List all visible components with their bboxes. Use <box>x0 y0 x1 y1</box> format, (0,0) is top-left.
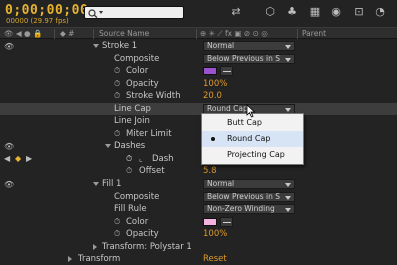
menu-item-round-cap[interactable]: Round Cap <box>202 131 303 147</box>
twirl-down-icon[interactable] <box>93 182 99 186</box>
stopwatch-icon[interactable]: ⏱ <box>114 217 120 227</box>
stopwatch-icon[interactable]: ⏱ <box>114 229 120 239</box>
fps-readout: 00000 (29.97 fps) <box>6 17 69 25</box>
color-label: Color <box>126 66 149 76</box>
stopwatch-icon[interactable]: ⏱ <box>114 79 120 89</box>
search-dropdown-icon <box>99 11 103 14</box>
transform-polystar-label: Transform: Polystar 1 <box>102 241 192 252</box>
dashes-label: Dashes <box>114 141 146 151</box>
draft-3d-icon[interactable]: ⬡ <box>262 4 278 18</box>
column-divider <box>196 29 197 39</box>
column-header-bar: 👁 ◀ ● 🔒 ◆ # Source Name ⊕ ✳ ⟋ fx ▣ ⊘ ⊙ ◎… <box>0 27 397 39</box>
stroke-opacity-row: ⏱ Opacity 100% <box>0 78 397 91</box>
stopwatch-icon[interactable]: ⏱ <box>114 129 120 139</box>
keyframe-next-icon[interactable]: ▶ <box>26 154 32 163</box>
transform-reset-link[interactable]: Reset <box>203 254 227 264</box>
stroke-composite-row: Composite Below Previous in S <box>0 53 397 66</box>
parent-header[interactable]: Parent <box>302 29 326 38</box>
comp-mini-flowchart-icon[interactable]: ⇄ <box>228 4 244 18</box>
opacity-label: Opacity <box>126 78 159 89</box>
stroke-opacity-value[interactable]: 100% <box>203 79 227 89</box>
switches-header-icons: ⊕ ✳ ⟋ fx ▣ ⊘ ⊙ ◎ <box>200 29 268 38</box>
fill-opacity-row: ⏱ Opacity 100% <box>0 228 397 241</box>
source-name-header[interactable]: Source Name <box>99 29 149 38</box>
fill-composite-row: Composite Below Previous in S <box>0 191 397 204</box>
eye-icon[interactable]: 👁 <box>4 180 14 189</box>
twirl-right-icon[interactable] <box>68 255 72 262</box>
graph-icon[interactable]: ⌞ <box>139 154 143 163</box>
stroke-composite-dropdown[interactable]: Below Previous in S <box>203 53 295 64</box>
fill-composite-dropdown[interactable]: Below Previous in S <box>203 191 295 202</box>
fill-label: Fill 1 <box>102 179 122 189</box>
fill-blend-dropdown[interactable]: Normal <box>203 179 295 189</box>
fill-opacity-value[interactable]: 100% <box>203 229 227 239</box>
transform-row[interactable]: Transform Reset <box>0 253 397 265</box>
miter-limit-label: Miter Limit <box>126 128 172 139</box>
transform-label: Transform <box>78 253 121 264</box>
offset-row: ⏱ Offset 5.8 <box>0 165 397 178</box>
stroke-width-row: ⏱ Stroke Width 20.0 <box>0 90 397 103</box>
stopwatch-icon[interactable]: ⏱ <box>114 66 120 76</box>
eyedropper-icon[interactable] <box>220 66 233 76</box>
hide-shy-layers-icon[interactable]: ♣ <box>284 4 300 18</box>
search-input[interactable] <box>84 6 184 19</box>
color-label: Color <box>126 216 149 227</box>
fill-color-swatch[interactable] <box>203 217 217 226</box>
frame-blending-icon[interactable]: ▦ <box>307 4 323 18</box>
keyframe-diamond-icon[interactable]: ◆ <box>15 154 21 163</box>
transform-polystar-row[interactable]: Transform: Polystar 1 <box>0 241 397 254</box>
keyframe-prev-icon[interactable]: ◀ <box>4 154 10 163</box>
fill-rule-row: Fill Rule Non-Zero Winding <box>0 203 397 216</box>
line-join-row: Line Join <box>0 115 397 128</box>
eye-icon[interactable]: 👁 <box>4 142 14 151</box>
stopwatch-icon[interactable]: ⏱ <box>126 166 132 176</box>
label-tag-icon: ◆ # <box>60 29 75 38</box>
line-cap-row: Line Cap Round Cap <box>0 102 397 115</box>
timecode-display[interactable]: 0;00;00;00 <box>5 3 88 18</box>
column-divider <box>93 29 94 39</box>
dash-label: Dash <box>152 153 174 164</box>
stopwatch-active-icon[interactable]: ⏱ <box>126 154 132 164</box>
stroke-row[interactable]: 👁 Stroke 1 Normal <box>0 40 397 53</box>
av-switches-icon: 👁 ◀ ● 🔒 <box>4 29 43 38</box>
composite-label: Composite <box>114 191 160 202</box>
mouse-pointer-icon <box>246 104 256 118</box>
fill-rule-label: Fill Rule <box>114 204 147 214</box>
line-join-label: Line Join <box>114 116 150 126</box>
menu-item-projecting-cap[interactable]: Projecting Cap <box>202 147 303 163</box>
twirl-right-icon[interactable] <box>93 243 97 250</box>
eyedropper-icon[interactable] <box>220 216 233 227</box>
column-divider <box>297 29 298 39</box>
line-cap-label: Line Cap <box>114 103 151 114</box>
miter-limit-row: ⏱ Miter Limit <box>0 128 397 141</box>
stroke-width-label: Stroke Width <box>126 91 181 101</box>
eye-icon[interactable]: 👁 <box>4 42 14 51</box>
twirl-down-icon[interactable] <box>105 144 111 148</box>
fill-row[interactable]: 👁 Fill 1 Normal <box>0 178 397 191</box>
stroke-blend-dropdown[interactable]: Normal <box>203 41 295 51</box>
motion-blur-icon[interactable]: ◉ <box>328 4 344 18</box>
offset-value[interactable]: 5.8 <box>203 166 217 176</box>
stopwatch-icon[interactable]: ⏱ <box>114 91 120 101</box>
stroke-color-row: ⏱ Color <box>0 65 397 78</box>
dashes-row[interactable]: 👁 Dashes <box>0 140 397 153</box>
dash-row: ◀ ◆ ▶ ⏱ ⌞ Dash <box>0 153 397 166</box>
opacity-label: Opacity <box>126 229 159 239</box>
fill-rule-dropdown[interactable]: Non-Zero Winding <box>203 204 295 214</box>
stroke-color-swatch[interactable] <box>203 67 217 75</box>
stroke-label: Stroke 1 <box>102 41 138 51</box>
graph-editor-icon[interactable]: ⊡ <box>351 4 367 18</box>
offset-label: Offset <box>139 166 165 176</box>
column-divider <box>54 29 55 39</box>
stroke-width-value[interactable]: 20.0 <box>203 91 222 101</box>
line-cap-menu: Butt Cap Round Cap Projecting Cap <box>201 113 304 165</box>
search-icon <box>88 9 98 18</box>
composite-label: Composite <box>114 53 160 64</box>
fill-color-row: ⏱ Color <box>0 216 397 229</box>
twirl-down-icon[interactable] <box>93 44 99 48</box>
brainstorm-icon[interactable]: ◔ <box>372 4 388 18</box>
selected-bullet-icon <box>211 137 215 141</box>
